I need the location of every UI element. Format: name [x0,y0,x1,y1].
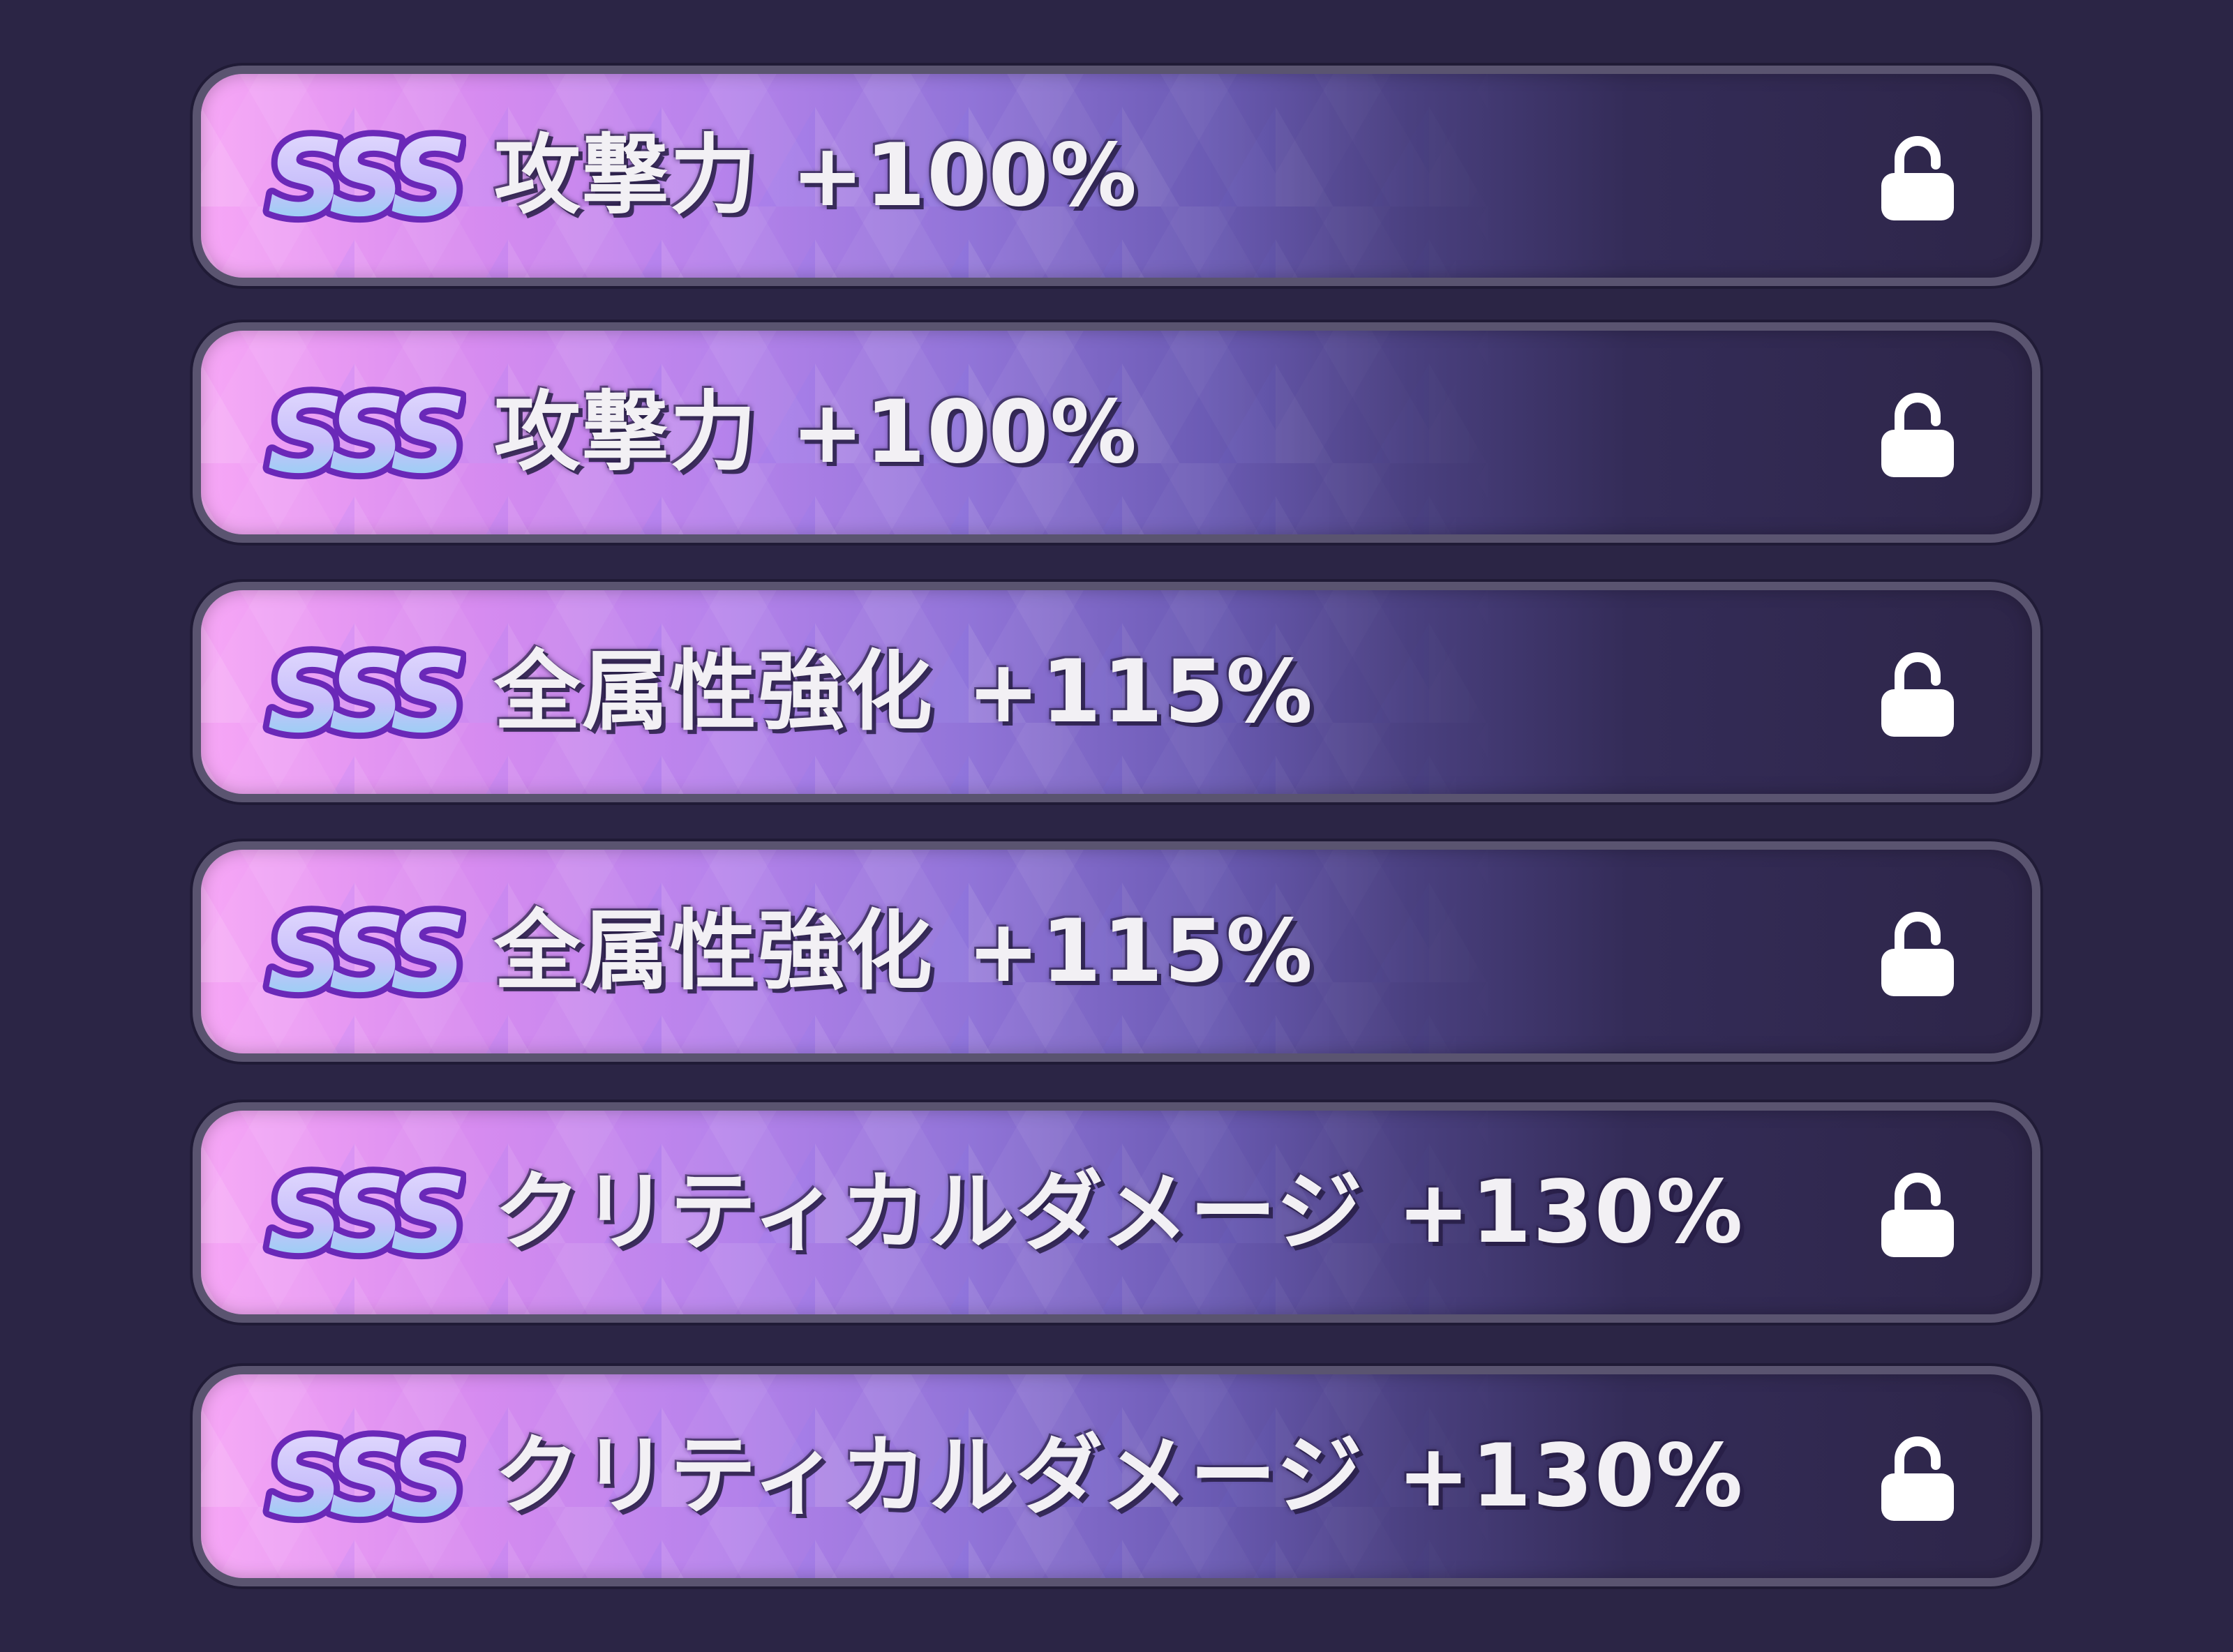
rank-badge-text: SSS [267,373,461,497]
stat-row[interactable]: SSS 全属性強化 +115% [193,841,2040,1062]
stat-name: 全属性強化 [494,901,934,1002]
stat-row[interactable]: SSS 攻撃力 +100% [193,322,2040,543]
stat-name: 攻撃力 [494,126,759,226]
unlocked-padlock-icon[interactable] [1879,649,1957,738]
stat-text: 全属性強化 +115% [494,590,1314,794]
stat-value: +115% [967,901,1314,1002]
stat-value: +100% [791,126,1138,226]
rank-badge-text: SSS [267,633,461,756]
stat-value: +100% [791,382,1138,483]
stat-text: 攻撃力 +100% [494,74,1138,278]
stat-text: クリティカルダメージ +130% [494,1111,1744,1314]
stat-text: 攻撃力 +100% [494,331,1138,534]
stat-name: 全属性強化 [494,642,934,742]
unlocked-padlock-icon[interactable] [1879,908,1957,998]
rank-badge-text: SSS [267,1153,461,1277]
rank-badge-text: SSS [267,892,461,1016]
stat-text: 全属性強化 +115% [494,850,1314,1053]
stat-row[interactable]: SSS クリティカルダメージ +130% [193,1366,2040,1586]
stat-row[interactable]: SSS 攻撃力 +100% [193,66,2040,286]
sss-rank-badge: SSS [261,368,466,501]
unlocked-padlock-icon[interactable] [1879,1169,1957,1259]
stat-name: クリティカルダメージ [494,1426,1364,1526]
unlocked-padlock-icon[interactable] [1879,389,1957,479]
sss-rank-badge: SSS [261,887,466,1020]
sss-rank-badge: SSS [261,1412,466,1545]
stat-value: +115% [967,642,1314,742]
stat-value: +130% [1397,1426,1745,1526]
stat-row[interactable]: SSS 全属性強化 +115% [193,582,2040,802]
stat-row[interactable]: SSS クリティカルダメージ +130% [193,1102,2040,1323]
rank-badge-text: SSS [267,1417,461,1540]
sss-rank-badge: SSS [261,1148,466,1281]
stat-name: クリティカルダメージ [494,1162,1364,1263]
stat-value: +130% [1397,1162,1745,1263]
stat-text: クリティカルダメージ +130% [494,1374,1744,1578]
stat-name: 攻撃力 [494,382,759,483]
rank-badge-text: SSS [267,117,461,240]
stat-list: SSS 攻撃力 +100% SSS 攻撃力 +100% SSS 全属性強化 +1… [0,0,2233,1652]
unlocked-padlock-icon[interactable] [1879,133,1957,222]
sss-rank-badge: SSS [261,628,466,760]
sss-rank-badge: SSS [261,112,466,244]
unlocked-padlock-icon[interactable] [1879,1433,1957,1522]
